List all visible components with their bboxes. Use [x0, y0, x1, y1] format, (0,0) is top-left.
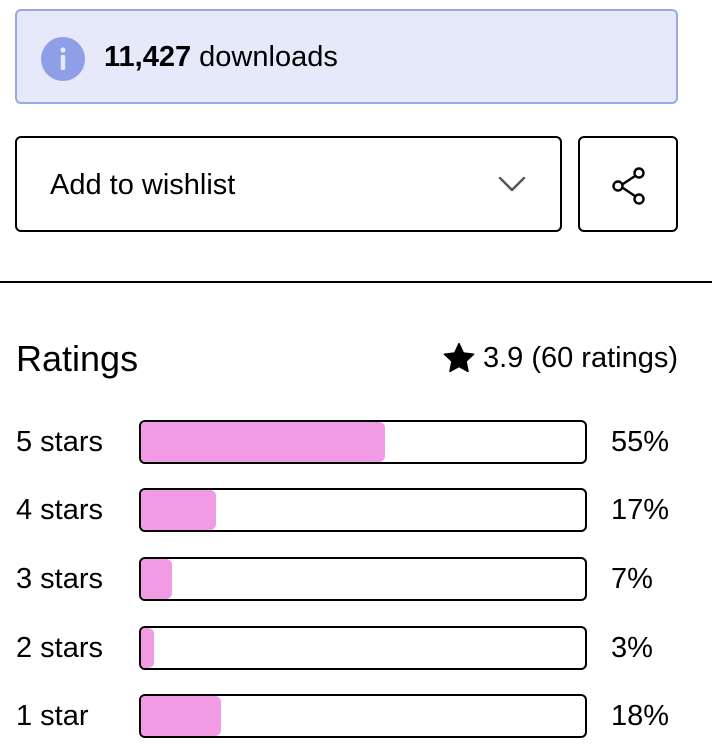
chevron-down-icon: [498, 176, 526, 192]
rating-bar: [139, 626, 587, 670]
star-icon: [443, 342, 475, 373]
add-to-wishlist-dropdown[interactable]: Add to wishlist: [15, 136, 562, 232]
rating-row-label: 1 star: [16, 700, 89, 732]
downloads-count: 11,427: [104, 41, 192, 73]
section-divider: [0, 281, 712, 283]
rating-row-percent: 55%: [611, 426, 670, 458]
share-icon: [612, 167, 645, 205]
ratings-summary: 3.9 (60 ratings): [442, 340, 678, 376]
rating-row-percent: 17%: [611, 494, 670, 526]
rating-row-percent: 18%: [611, 700, 670, 732]
rating-row-5-stars: 5 stars 55%: [0, 420, 712, 466]
rating-row-percent: 3%: [611, 632, 653, 664]
rating-bar: [139, 488, 587, 532]
rating-bar: [139, 694, 587, 738]
app-root: 11,427 downloads Add to wishlist Ratings…: [0, 0, 712, 756]
rating-bar-fill: [141, 490, 217, 530]
rating-row-label: 5 stars: [16, 426, 104, 458]
rating-row-label: 4 stars: [16, 494, 104, 526]
rating-row-1-star: 1 star 18%: [0, 694, 712, 740]
share-button[interactable]: [578, 136, 678, 232]
rating-bar-fill: [141, 422, 386, 462]
wishlist-label: Add to wishlist: [50, 169, 236, 201]
rating-row-label: 3 stars: [16, 563, 104, 595]
downloads-text: 11,427 downloads: [104, 39, 338, 75]
downloads-banner: 11,427 downloads: [15, 9, 678, 104]
rating-row-label: 2 stars: [16, 632, 104, 664]
info-icon: [41, 37, 85, 81]
ratings-title: Ratings: [16, 338, 139, 379]
rating-row-percent: 7%: [611, 563, 653, 595]
rating-row-2-stars: 2 stars 3%: [0, 626, 712, 672]
rating-average: 3.9: [482, 341, 524, 374]
rating-bar-fill: [141, 559, 173, 599]
rating-bar-fill: [141, 628, 155, 668]
downloads-suffix: downloads: [191, 41, 338, 73]
rating-row-4-stars: 4 stars 17%: [0, 488, 712, 534]
rating-row-3-stars: 3 stars 7%: [0, 557, 712, 603]
rating-count: (60 ratings): [531, 341, 678, 374]
rating-bar: [139, 557, 587, 601]
rating-bar-fill: [141, 696, 221, 736]
rating-bar: [139, 420, 587, 464]
